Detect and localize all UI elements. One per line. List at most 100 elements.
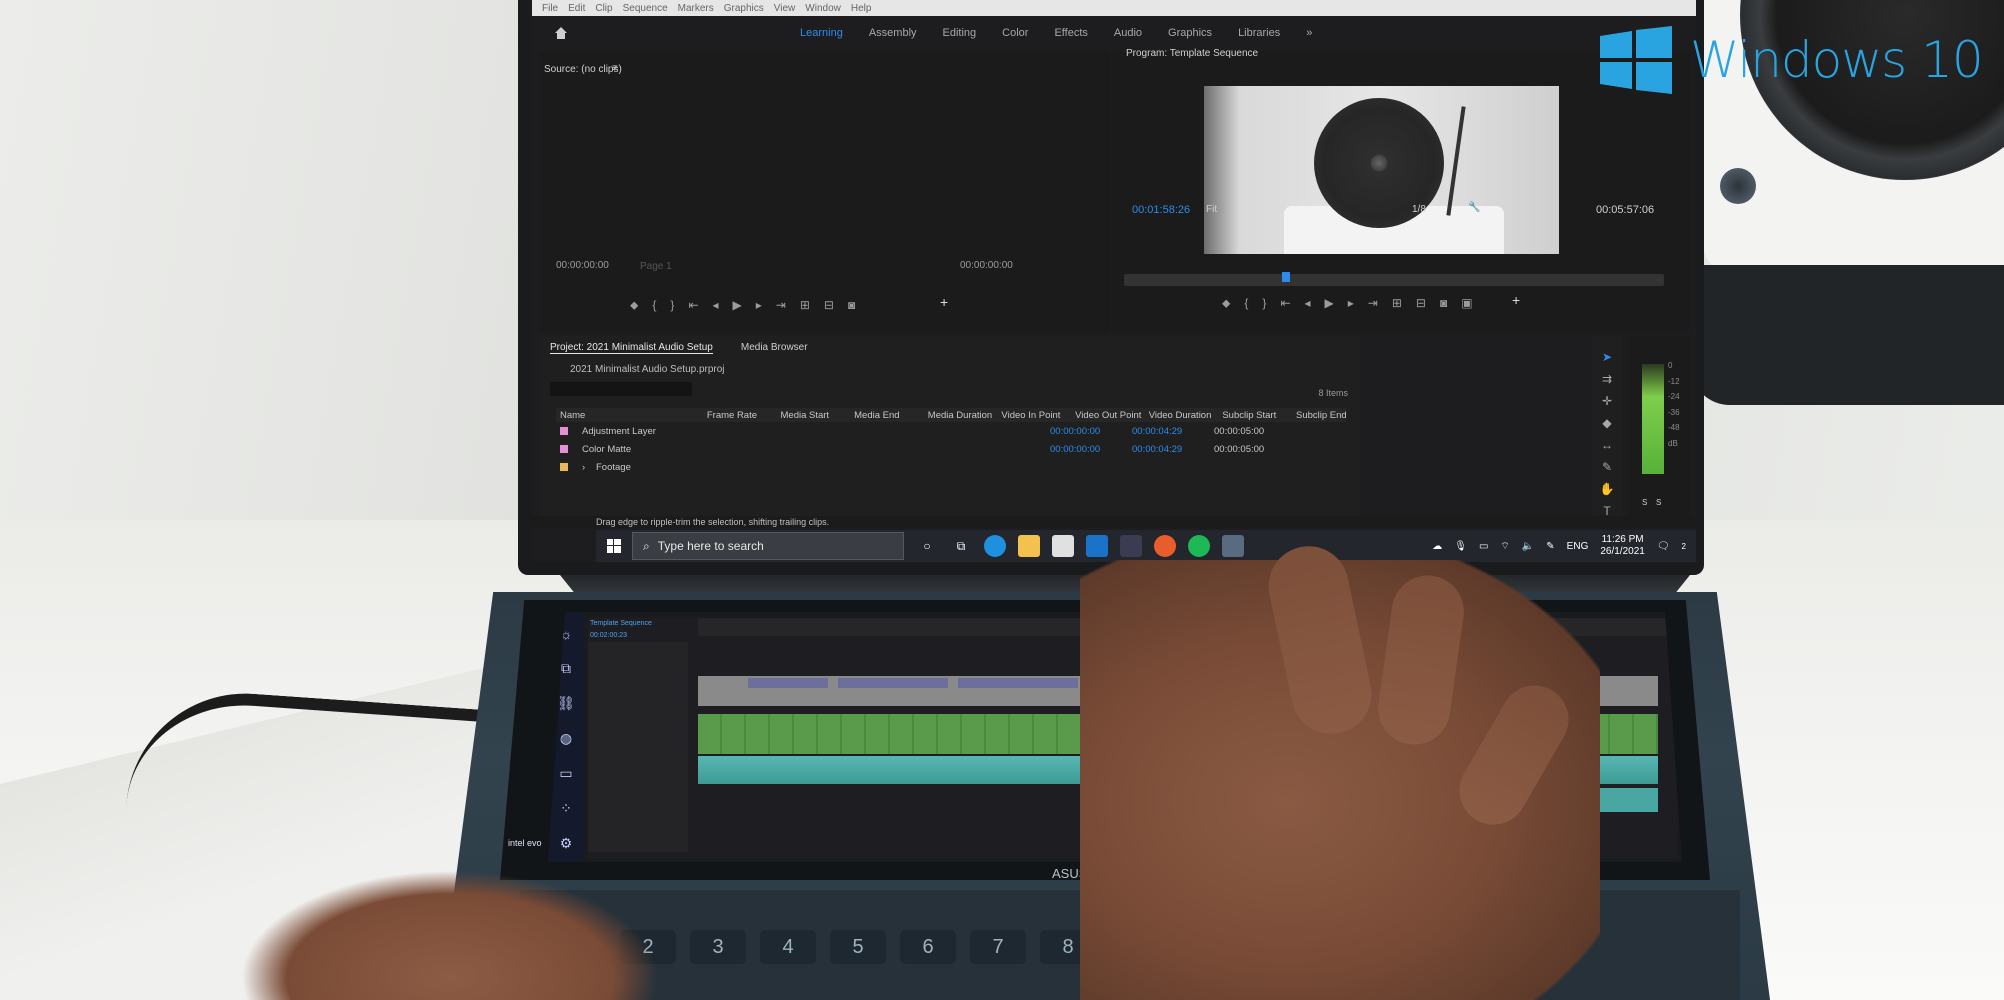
apps-grid-icon[interactable]: ⁘ [560,800,572,817]
menu-clip[interactable]: Clip [595,3,612,14]
taskbar-clock[interactable]: 11:26 PM 26/1/2021 [1600,534,1645,558]
label-color-swatch[interactable] [560,445,568,453]
link-icon[interactable]: ⛓ [557,695,575,712]
workspace-tab-effects[interactable]: Effects [1054,27,1087,39]
home-icon[interactable] [554,26,568,40]
start-button[interactable] [596,530,632,562]
timeline-clip[interactable] [958,678,1078,688]
key-5[interactable]: 5 [830,930,886,964]
item-video-out[interactable]: 00:00:04:29 [1128,426,1210,437]
store-icon[interactable] [1052,535,1074,557]
edge-browser-icon[interactable] [984,535,1006,557]
mark-out-icon[interactable]: } [1262,296,1266,311]
timeline-clip[interactable] [748,678,828,688]
razor-icon[interactable]: ◆ [1602,416,1611,430]
go-to-out-icon[interactable]: ⇥ [776,298,786,313]
source-page-select[interactable]: Page 1 [640,261,672,272]
taskbar-search-input[interactable]: ⌕ Type here to search [632,532,904,560]
key-7[interactable]: 7 [970,930,1026,964]
column-media-duration[interactable]: Media Duration [924,410,998,421]
column-video-out-point[interactable]: Video Out Point [1071,410,1145,421]
mark-in-icon[interactable]: { [652,298,656,313]
label-color-swatch[interactable] [560,463,568,471]
overwrite-icon[interactable]: ⊟ [824,298,834,313]
menu-window[interactable]: Window [805,3,841,14]
language-indicator[interactable]: ENG [1567,541,1589,552]
step-forward-icon[interactable]: ▸ [756,298,762,313]
ripple-edit-icon[interactable]: ✛ [1602,394,1612,408]
fit-dropdown[interactable]: Fit [1206,204,1217,215]
column-media-end[interactable]: Media End [850,410,924,421]
menu-graphics[interactable]: Graphics [724,3,764,14]
solo-right-button[interactable]: S [1656,498,1661,507]
file-explorer-icon[interactable] [1018,535,1040,557]
table-row[interactable]: Adjustment Layer 00:00:00:00 00:00:04:29… [556,422,1346,440]
premiere-pro-icon[interactable] [1222,535,1244,557]
menu-file[interactable]: File [542,3,558,14]
extract-icon[interactable]: ⊟ [1416,296,1426,311]
column-subclip-end[interactable]: Subclip End [1292,410,1346,421]
workspace-tab-color[interactable]: Color [1002,27,1028,39]
hand-icon[interactable]: ✋ [1600,482,1615,496]
menu-view[interactable]: View [774,3,796,14]
item-video-in[interactable]: 00:00:00:00 [1046,444,1128,455]
menu-sequence[interactable]: Sequence [623,3,668,14]
insert-icon[interactable]: ⊞ [800,298,810,313]
workspace-tab-graphics[interactable]: Graphics [1168,27,1212,39]
firefox-icon[interactable] [1154,535,1176,557]
mark-out-icon[interactable]: } [670,298,674,313]
marker-icon[interactable]: ⬥ [1222,296,1230,311]
mail-icon[interactable] [1086,535,1108,557]
tab-media-browser[interactable]: Media Browser [741,342,808,354]
marker-icon[interactable]: ⬥ [630,298,638,313]
onedrive-icon[interactable]: ☁ [1432,541,1442,552]
source-panel-title[interactable]: Source: (no clips) [544,64,622,75]
add-button-icon[interactable]: + [1512,292,1520,308]
lift-icon[interactable]: ⊞ [1392,296,1402,311]
volume-icon[interactable]: 🔈 [1522,541,1534,552]
mark-in-icon[interactable]: { [1244,296,1248,311]
table-row[interactable]: Color Matte 00:00:00:00 00:00:04:29 00:0… [556,440,1346,458]
menu-help[interactable]: Help [851,3,872,14]
project-search-input[interactable] [550,382,692,396]
resolution-dropdown[interactable]: 1/8 [1412,204,1426,215]
battery-icon[interactable]: ▭ [1479,541,1488,552]
app-switcher-icon[interactable]: ⧉ [561,660,571,677]
column-media-start[interactable]: Media Start [777,410,851,421]
add-button-icon[interactable]: + [940,294,948,310]
microphone-icon[interactable]: 🎙 [1454,541,1467,552]
step-back-icon[interactable]: ◂ [713,298,719,313]
solo-left-button[interactable]: S [1642,498,1647,507]
task-view-icon[interactable]: ⧉ [950,535,972,557]
table-row[interactable]: › Footage [556,458,1346,476]
spotify-icon[interactable] [1188,535,1210,557]
column-video-duration[interactable]: Video Duration [1145,410,1219,421]
tab-project[interactable]: Project: 2021 Minimalist Audio Setup [550,342,713,354]
program-current-timecode[interactable]: 00:01:58:26 [1132,204,1190,216]
export-frame-icon[interactable]: ◙ [1440,296,1447,311]
wifi-icon[interactable]: ⌔ [1500,540,1509,553]
column-name[interactable]: Name [556,410,703,421]
workspace-tab-assembly[interactable]: Assembly [869,27,917,39]
settings-gear-icon[interactable]: ⚙ [560,835,573,852]
adobe-app-icon[interactable] [1120,535,1142,557]
key-3[interactable]: 3 [690,930,746,964]
export-frame-icon[interactable]: ◙ [848,298,855,313]
go-to-in-icon[interactable]: ⇤ [1280,296,1290,311]
workspace-tab-editing[interactable]: Editing [943,27,977,39]
key-6[interactable]: 6 [900,930,956,964]
pen-workspace-icon[interactable]: ✎ [1546,541,1554,552]
play-icon[interactable]: ▶ [1325,296,1334,311]
label-color-swatch[interactable] [560,427,568,435]
timeline-timecode[interactable]: 00:02:00:23 [590,632,627,639]
workspace-overflow-button[interactable]: » [1306,27,1312,39]
selection-tool-icon[interactable]: ➤ [1602,350,1612,364]
step-back-icon[interactable]: ◂ [1305,296,1311,311]
workspace-tab-libraries[interactable]: Libraries [1238,27,1280,39]
timeline-clip[interactable] [838,678,948,688]
compare-view-icon[interactable]: ▣ [1461,296,1472,311]
menu-edit[interactable]: Edit [568,3,585,14]
notifications-icon[interactable]: 🗨 [1657,541,1670,552]
playhead-icon[interactable] [1282,272,1290,282]
step-forward-icon[interactable]: ▸ [1348,296,1354,311]
